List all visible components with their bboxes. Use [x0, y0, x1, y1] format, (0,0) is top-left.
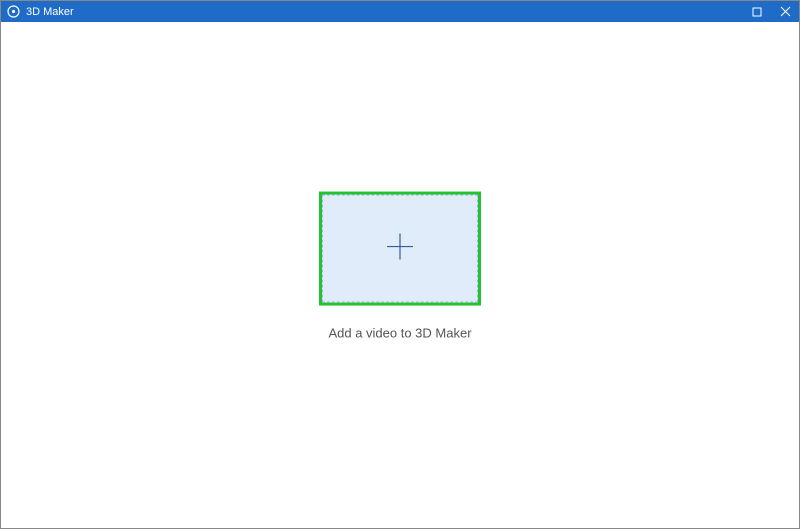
window-controls	[743, 1, 799, 22]
plus-icon	[385, 231, 415, 266]
close-button[interactable]	[771, 1, 799, 22]
app-window: 3D Maker	[0, 0, 800, 529]
maximize-button[interactable]	[743, 1, 771, 22]
titlebar: 3D Maker	[1, 1, 799, 22]
window-title: 3D Maker	[26, 6, 74, 18]
highlight-box	[319, 192, 481, 306]
app-icon	[7, 5, 20, 18]
drop-area-container: Add a video to 3D Maker	[319, 192, 481, 341]
add-video-dropzone[interactable]	[322, 195, 478, 303]
content-area: Add a video to 3D Maker	[1, 22, 799, 528]
drop-label: Add a video to 3D Maker	[328, 326, 471, 341]
